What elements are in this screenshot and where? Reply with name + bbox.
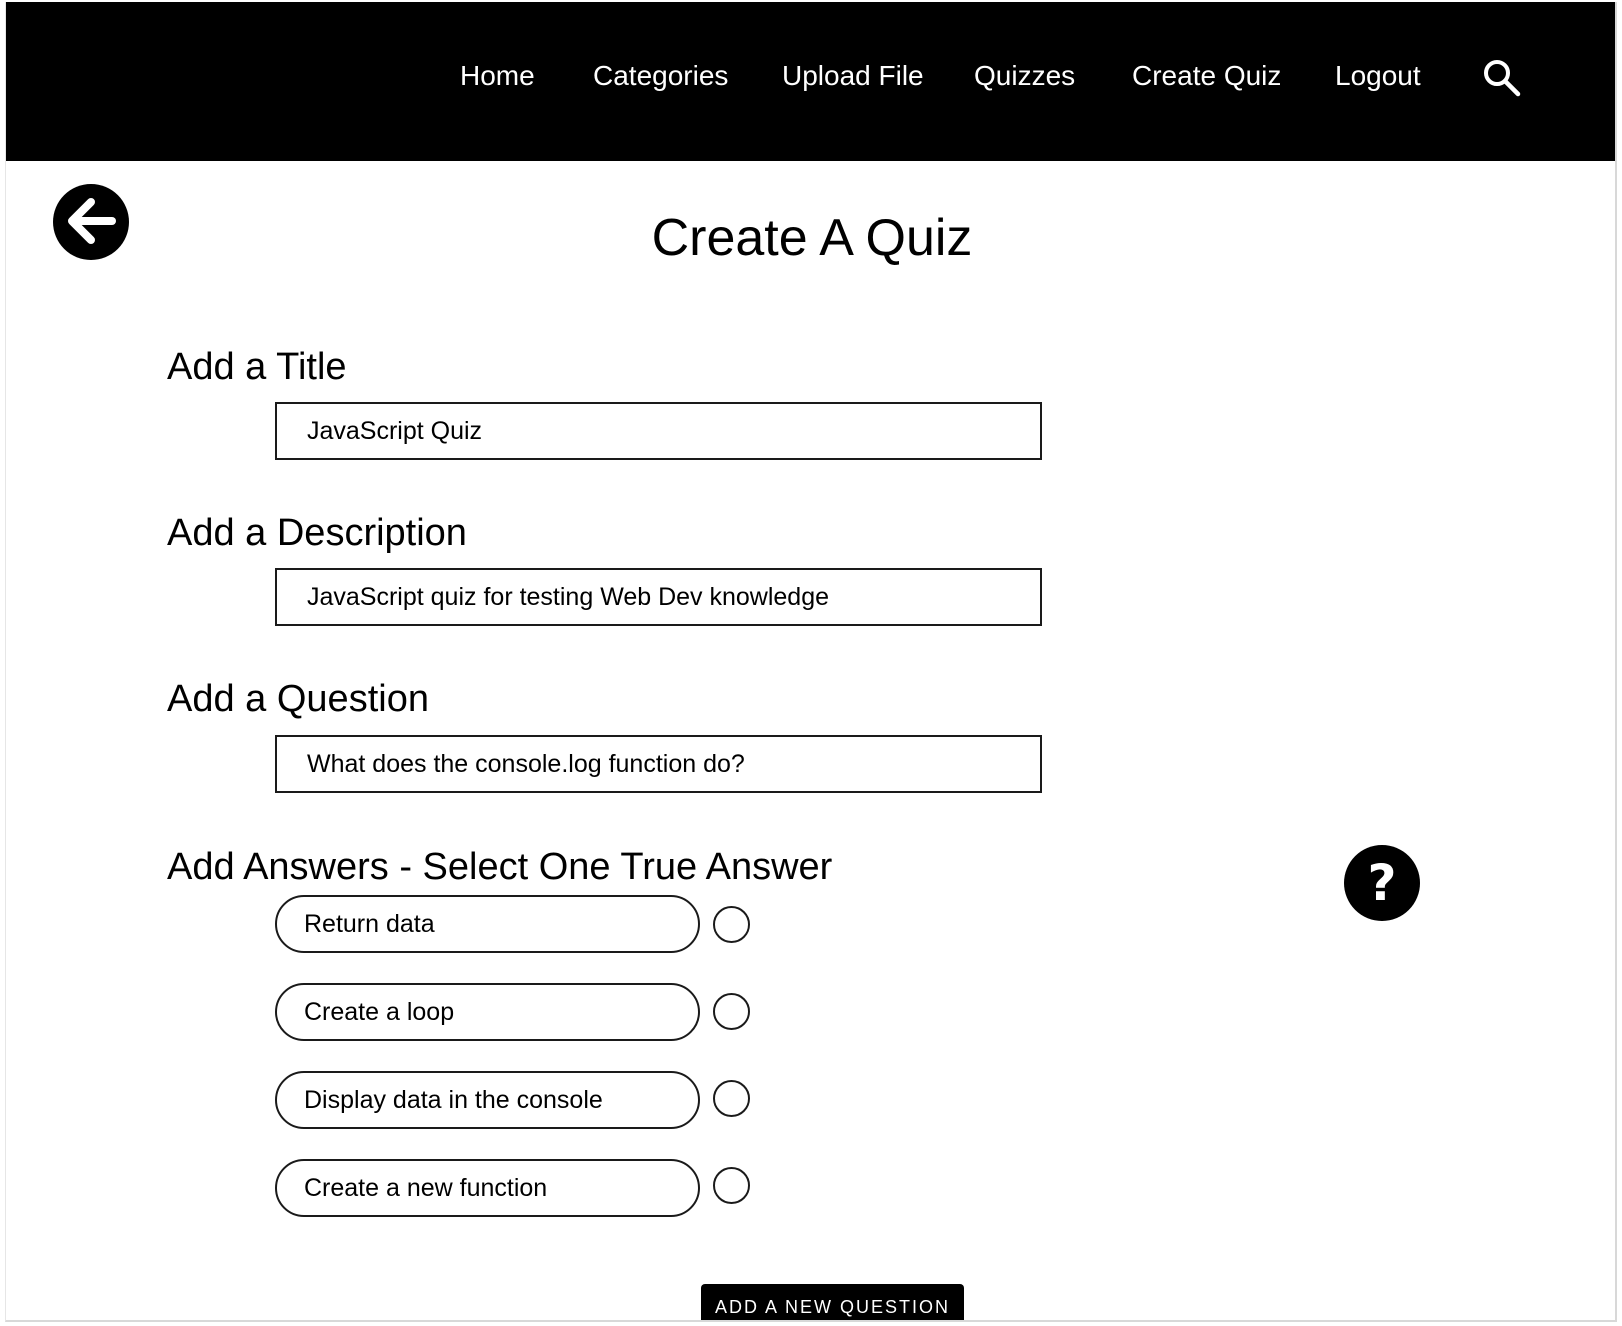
question-mark-icon: ?	[1367, 854, 1397, 912]
question-label: Add a Question	[167, 678, 429, 720]
nav-home-link[interactable]: Home	[460, 58, 535, 94]
answer-radio-2[interactable]	[713, 993, 750, 1030]
description-label: Add a Description	[167, 512, 467, 554]
page-title: Create A Quiz	[6, 207, 1615, 269]
nav-create-quiz-link[interactable]: Create Quiz	[1132, 58, 1281, 94]
answer-input-2[interactable]	[275, 983, 700, 1041]
nav-upload-file-link[interactable]: Upload File	[782, 58, 924, 94]
answers-label: Add Answers - Select One True Answer	[167, 846, 833, 888]
quiz-title-input[interactable]	[275, 402, 1042, 460]
answer-input-1[interactable]	[275, 895, 700, 953]
page-frame: Home Categories Upload File Quizzes Crea…	[5, 2, 1617, 1322]
top-navigation-bar: Home Categories Upload File Quizzes Crea…	[6, 2, 1615, 161]
answer-radio-4[interactable]	[713, 1167, 750, 1204]
nav-logout-link[interactable]: Logout	[1335, 58, 1421, 94]
answer-radio-1[interactable]	[713, 906, 750, 943]
nav-quizzes-link[interactable]: Quizzes	[974, 58, 1075, 94]
search-icon[interactable]	[1482, 58, 1522, 98]
question-input[interactable]	[275, 735, 1042, 793]
title-label: Add a Title	[167, 346, 347, 388]
answer-input-3[interactable]	[275, 1071, 700, 1129]
answer-radio-3[interactable]	[713, 1080, 750, 1117]
page-title-text: Create A Quiz	[651, 209, 973, 267]
quiz-description-input[interactable]	[275, 568, 1042, 626]
help-button[interactable]: ?	[1344, 845, 1420, 921]
answer-input-4[interactable]	[275, 1159, 700, 1217]
nav-categories-link[interactable]: Categories	[593, 58, 728, 94]
add-new-question-button[interactable]: ADD A NEW QUESTION	[701, 1284, 964, 1320]
